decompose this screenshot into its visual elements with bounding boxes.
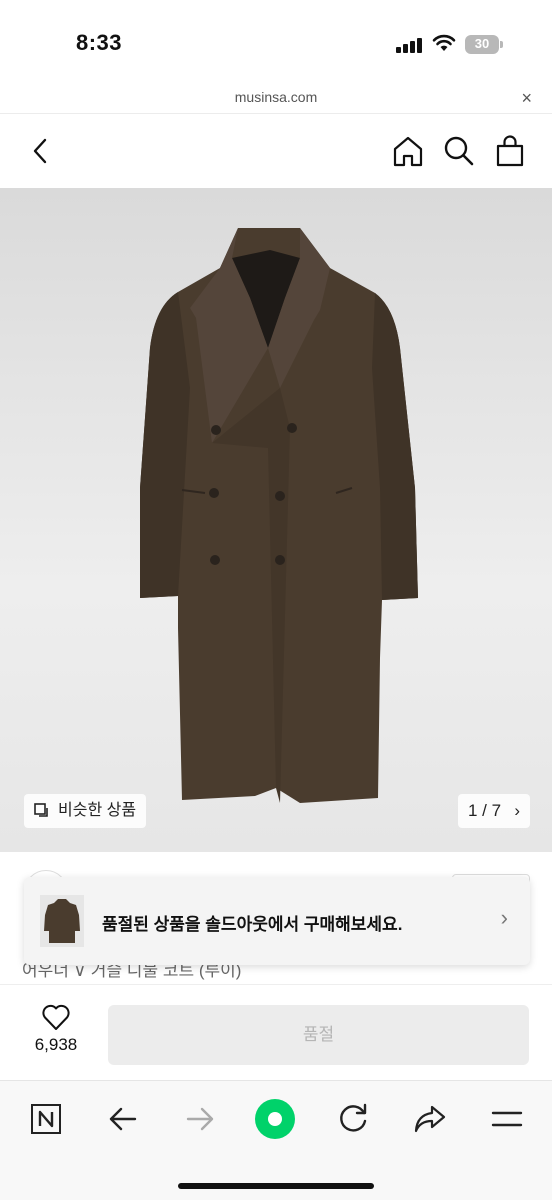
menu-button[interactable] (487, 1099, 527, 1139)
reload-icon (340, 1103, 367, 1132)
chevron-right-icon: › (514, 801, 520, 820)
search-button[interactable] (441, 133, 477, 169)
green-dot-icon (255, 1099, 295, 1139)
like-button[interactable]: 6,938 (20, 1003, 92, 1065)
purchase-action-bar: 6,938 품절 (0, 984, 552, 1080)
similar-products-label: 비슷한 상품 (58, 802, 137, 819)
like-count: 6,938 (34, 1035, 78, 1054)
battery-icon: 30 (465, 35, 503, 54)
cellular-signal-icon (396, 37, 422, 53)
page-counter-text: 1 / 7 (468, 801, 502, 820)
buy-button-disabled[interactable]: 품절 (108, 1005, 529, 1065)
soldout-product-thumbnail (40, 895, 84, 947)
hamburger-menu-icon (491, 1111, 523, 1127)
status-bar: 8:33 30 (0, 0, 552, 86)
home-indicator (178, 1183, 374, 1189)
heart-icon (42, 1004, 70, 1030)
browser-toolbar (0, 1080, 552, 1200)
green-dot-button[interactable] (255, 1099, 295, 1139)
browser-forward-button[interactable] (180, 1099, 220, 1139)
soldout-banner-text: 품절된 상품을 솔드아웃에서 구매해보세요. (102, 915, 403, 934)
app-header (0, 114, 552, 188)
home-button[interactable] (390, 133, 426, 169)
chevron-left-icon (33, 138, 47, 164)
gallery-page-counter[interactable]: 1 / 7 › (458, 794, 530, 828)
arrow-right-icon (186, 1107, 214, 1131)
url-text[interactable]: musinsa.com (0, 89, 552, 105)
arrow-left-icon (109, 1107, 137, 1131)
naver-home-button[interactable] (26, 1099, 66, 1139)
chevron-right-icon: › (500, 905, 508, 930)
product-image-gallery[interactable]: 비슷한 상품 1 / 7 › (0, 188, 552, 852)
close-icon[interactable]: × (521, 86, 532, 110)
status-time: 8:33 (76, 30, 123, 55)
coat-product-image (140, 228, 418, 803)
home-icon (393, 136, 423, 167)
similar-products-button[interactable]: 비슷한 상품 (24, 794, 147, 828)
share-button[interactable] (410, 1099, 450, 1139)
back-button[interactable] (22, 133, 58, 169)
browser-back-button[interactable] (103, 1099, 143, 1139)
cart-button[interactable] (492, 133, 528, 169)
similar-items-icon (34, 803, 48, 817)
reload-button[interactable] (333, 1099, 373, 1139)
search-icon (444, 136, 474, 166)
browser-url-bar[interactable]: musinsa.com × (0, 86, 552, 114)
share-icon (414, 1105, 446, 1133)
naver-n-icon (31, 1104, 61, 1134)
wifi-icon (432, 34, 456, 52)
battery-level: 30 (474, 36, 490, 51)
soldout-banner[interactable]: 품절된 상품을 솔드아웃에서 구매해보세요. › (24, 877, 530, 965)
shopping-bag-icon (496, 135, 524, 167)
